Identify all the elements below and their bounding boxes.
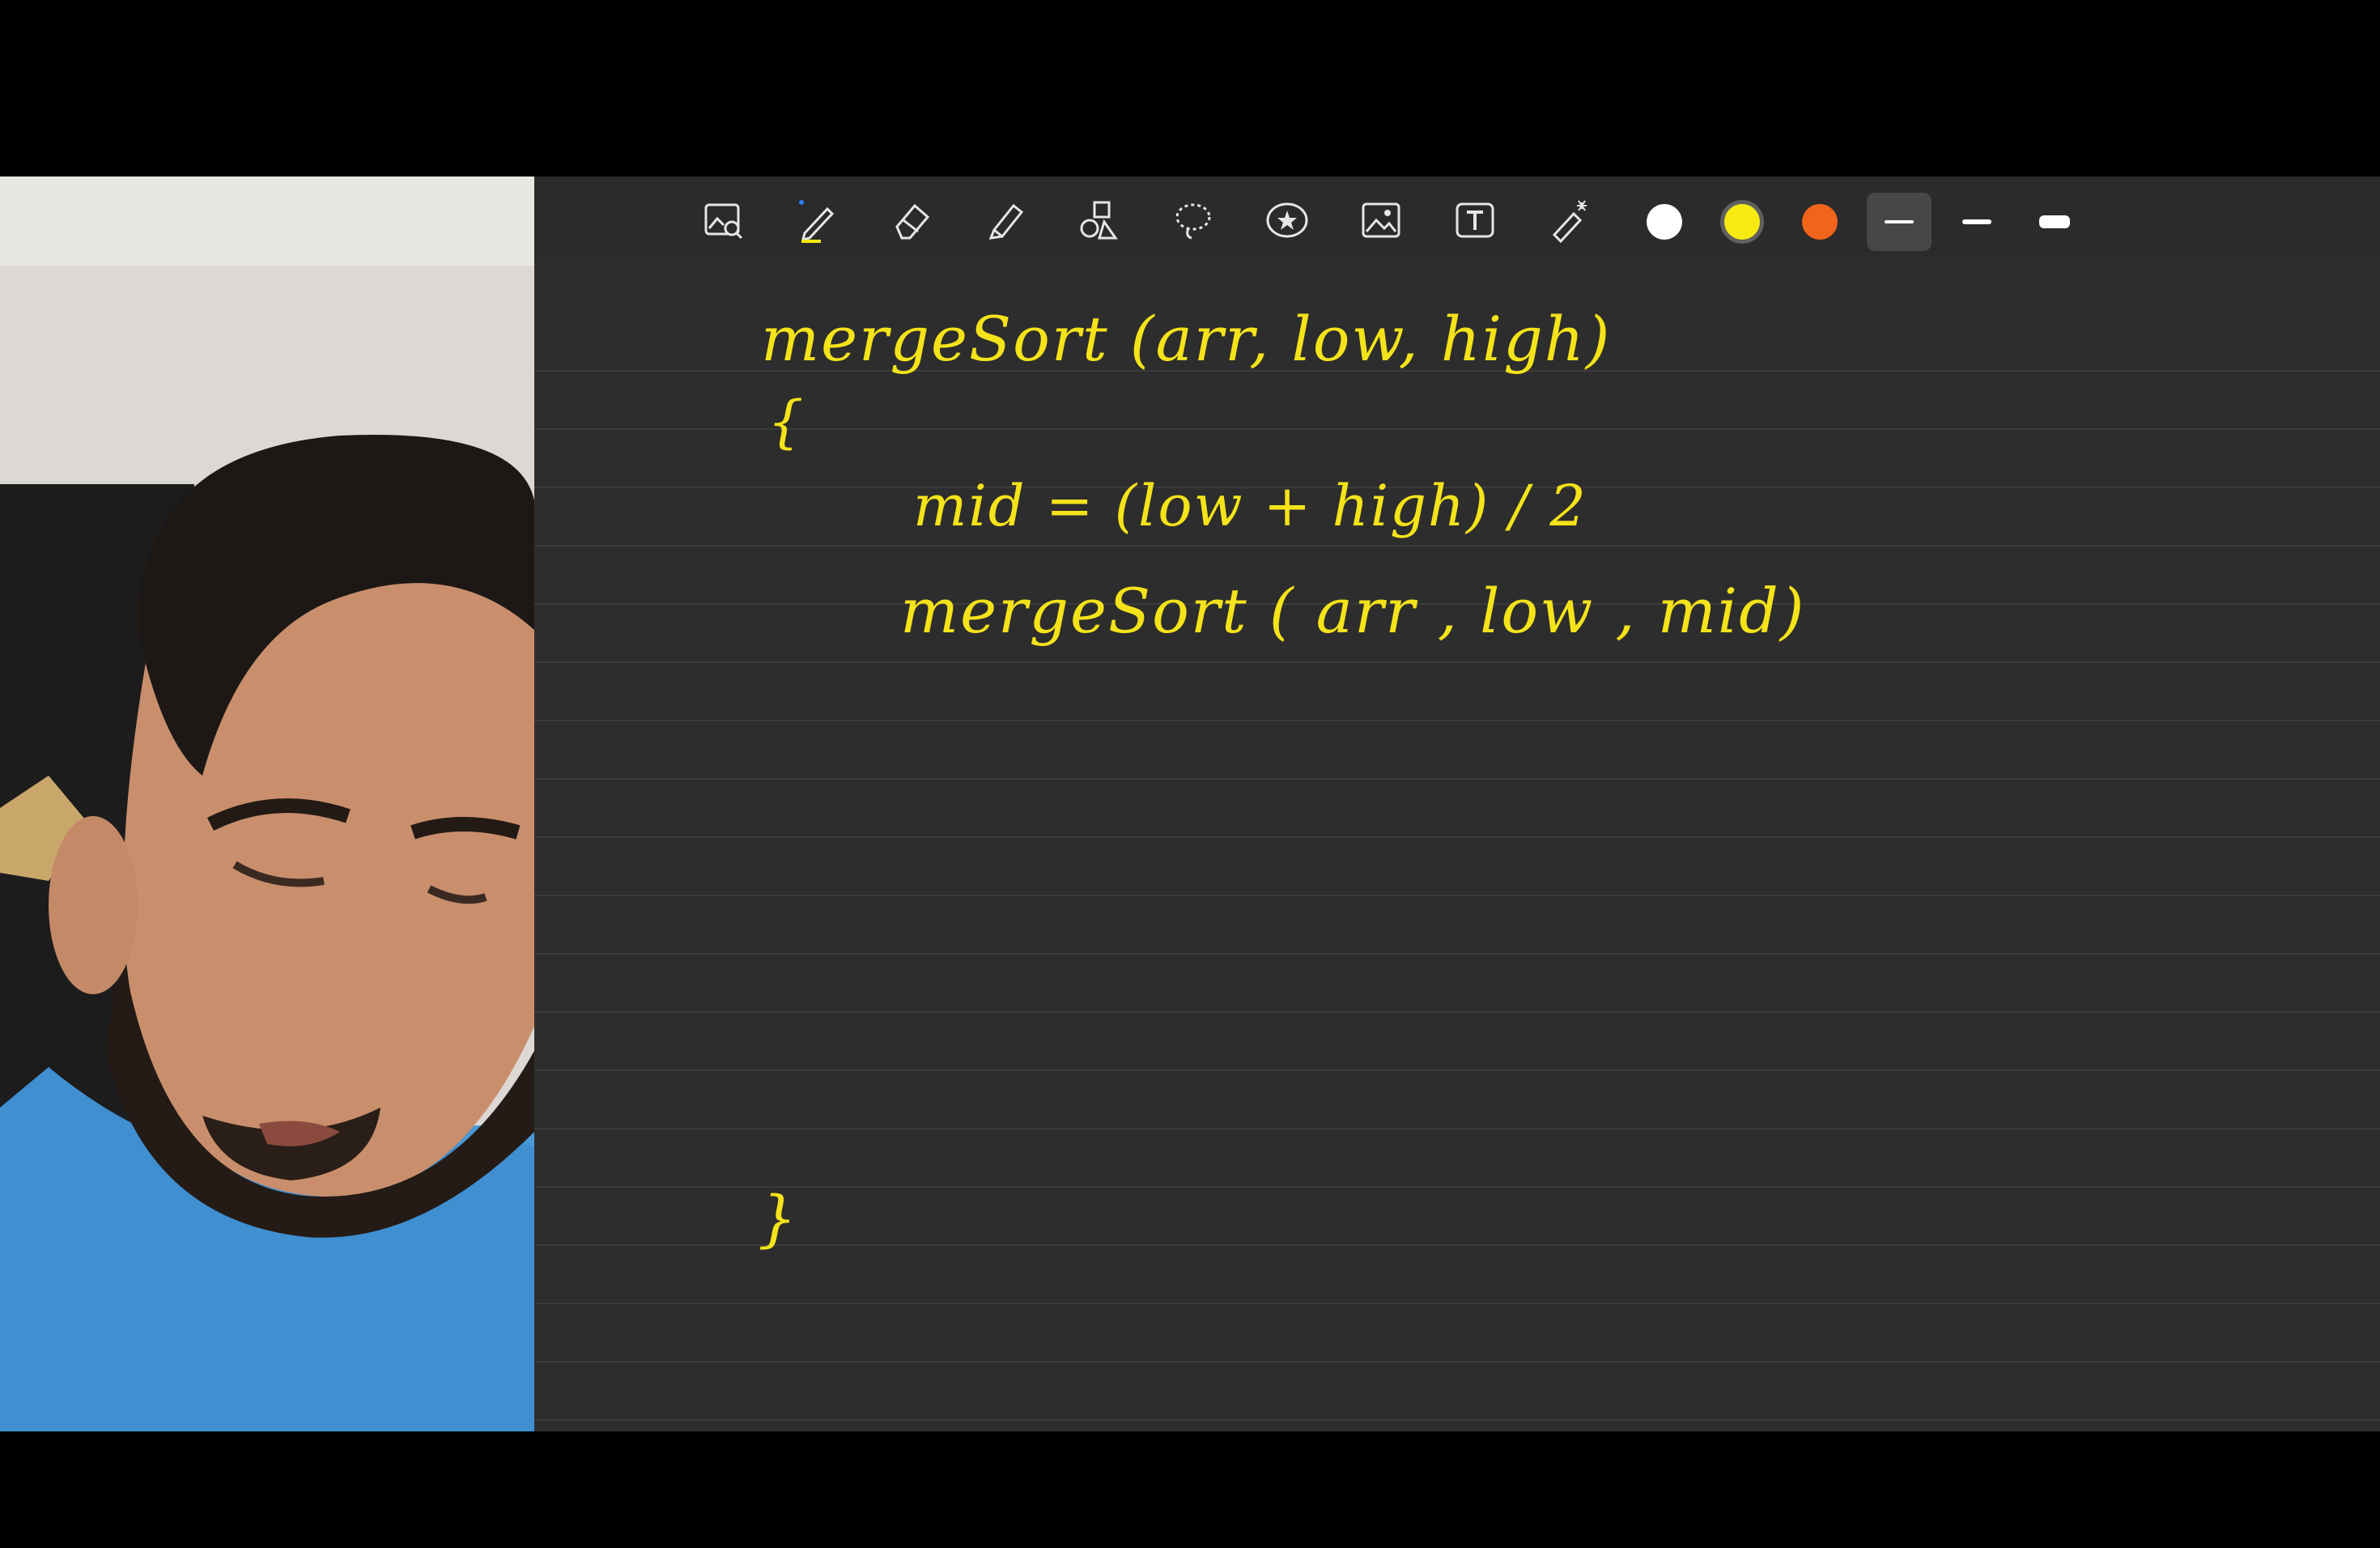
pen-tool[interactable]: [792, 194, 844, 246]
medium-line-icon: [1962, 219, 1991, 224]
laser-pointer-tool[interactable]: [1543, 194, 1595, 246]
drawing-toolbar: [534, 176, 2380, 261]
notes-app: mergeSort (arr, low, high) { mid = (low …: [534, 176, 2380, 1431]
color-white-swatch[interactable]: [1647, 204, 1682, 240]
handwritten-line-1: mergeSort (arr, low, high): [761, 303, 1612, 375]
shapes-tool[interactable]: [1073, 194, 1125, 246]
handwritten-line-3: mid = (low + high) / 2: [913, 473, 1587, 539]
highlighter-tool[interactable]: [980, 194, 1031, 246]
thickness-medium-option[interactable]: [1944, 193, 2009, 251]
thickness-thin-option[interactable]: [1867, 193, 1932, 251]
video-frame: mergeSort (arr, low, high) { mid = (low …: [0, 176, 2380, 1431]
color-yellow-swatch[interactable]: [1724, 204, 1760, 240]
thickness-thick-option[interactable]: [2022, 193, 2087, 251]
highlighter-icon: [988, 203, 1024, 240]
ruled-lines: [534, 370, 2380, 1421]
presenter-video-icon: [0, 176, 534, 1431]
handwritten-line-2: {: [767, 389, 805, 455]
laser-pointer-icon: [1552, 200, 1587, 243]
eraser-tool[interactable]: [886, 194, 937, 246]
star-circle-icon: [1266, 202, 1308, 238]
lined-note-page[interactable]: mergeSort (arr, low, high) { mid = (low …: [534, 261, 2380, 1431]
shapes-icon: [1080, 201, 1118, 240]
handwritten-line-4: mergeSort ( arr , low , mid): [900, 575, 1806, 647]
text-tool[interactable]: [1449, 194, 1501, 246]
image-icon: [1362, 202, 1400, 238]
eraser-icon: [895, 203, 930, 240]
image-tool[interactable]: [1355, 194, 1407, 246]
text-box-icon: [1456, 202, 1494, 238]
photo-viewer-tool[interactable]: [698, 194, 750, 246]
thick-line-icon: [2039, 215, 2070, 228]
pen-icon: [799, 200, 835, 243]
lasso-icon: [1175, 203, 1211, 240]
thin-line-icon: [1885, 220, 1914, 223]
presenter-webcam: [0, 176, 534, 1431]
image-zoom-icon: [704, 203, 743, 240]
stickers-tool[interactable]: [1261, 194, 1313, 246]
handwritten-line-5: }: [758, 1182, 799, 1254]
lasso-tool[interactable]: [1167, 194, 1219, 246]
color-orange-swatch[interactable]: [1802, 204, 1838, 240]
